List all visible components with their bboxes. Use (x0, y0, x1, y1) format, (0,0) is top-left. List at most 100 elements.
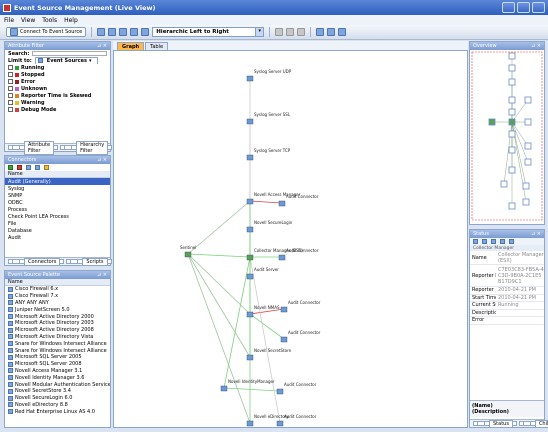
pin-icon[interactable]: ⊿ × (97, 157, 107, 163)
delete-icon[interactable] (17, 165, 22, 170)
palette-item[interactable]: Microsoft SQL Server 2008 (5, 361, 110, 368)
filter-item[interactable]: Error (5, 78, 110, 85)
filter-checkbox[interactable] (8, 72, 13, 77)
palette-item[interactable]: Snare for Windows Intersect Alliance (5, 347, 110, 354)
menu-help[interactable]: Help (64, 17, 78, 24)
sort-az-icon[interactable] (482, 239, 487, 244)
palette-item[interactable]: Novell Access Manager 3.1 (5, 368, 110, 375)
filter-item[interactable]: Stopped (5, 71, 110, 78)
menu-tools[interactable]: Tools (42, 17, 57, 24)
connector-item[interactable]: ODBC (5, 199, 110, 206)
zoom-in-icon[interactable] (97, 28, 106, 36)
palette-item[interactable]: Snare for Windows Intersect Alliance (5, 340, 110, 347)
palette-item[interactable]: Microsoft Active Directory 2008 (5, 327, 110, 334)
expand-icon[interactable] (500, 239, 505, 244)
connect-button[interactable]: Connect To Event Source (6, 27, 87, 37)
redo-icon[interactable] (286, 28, 295, 36)
filter-item[interactable]: Reporter Time is Skewed (5, 92, 110, 99)
print-icon[interactable] (327, 28, 336, 36)
graph-node[interactable]: Novell NMAS (246, 305, 280, 318)
palette-item[interactable]: Cisco Firewall 7.x (5, 293, 110, 300)
tab-status[interactable]: Status (473, 419, 517, 428)
connector-item[interactable]: Audit (5, 234, 110, 241)
graph-node[interactable]: Syslog Server UDP (246, 69, 292, 82)
palette-item[interactable]: Novell Modular Authentication Service (5, 381, 110, 388)
tab-scripts[interactable]: Scripts (66, 257, 112, 266)
pin-icon[interactable]: ⊿ × (97, 43, 107, 49)
filter-item[interactable]: Unknown (5, 85, 110, 92)
tab-hierarchy-filter[interactable]: Hierarchy Filter (60, 140, 113, 155)
status-value[interactable] (496, 317, 544, 325)
filter-checkbox[interactable] (8, 86, 13, 91)
pin-icon[interactable]: ⊿ × (97, 272, 107, 278)
export-icon[interactable] (316, 28, 325, 36)
palette-item[interactable]: Novell SecureLogin 6.0 (5, 395, 110, 402)
palette-item[interactable]: Juniper NetScreen 5.0 (5, 306, 110, 313)
refresh-icon[interactable] (35, 165, 40, 170)
zoom-out-icon[interactable] (108, 28, 117, 36)
layout-select[interactable]: Hierarchic Left to Right ▾ (152, 27, 265, 37)
connector-item[interactable]: File (5, 220, 110, 227)
maximize-button[interactable] (517, 2, 530, 13)
minimize-button[interactable] (502, 2, 515, 13)
palette-item[interactable]: Microsoft SQL Server 2005 (5, 354, 110, 361)
pin-icon[interactable]: ⊿ × (531, 43, 541, 49)
palette-column-header[interactable]: Name (5, 279, 110, 286)
status-value[interactable]: Collector Manager (ESX) (496, 251, 544, 265)
filter-checkbox[interactable] (8, 107, 13, 112)
palette-item[interactable]: Novell eDirectory 8.8 (5, 402, 110, 409)
status-value[interactable]: 2010-04-21 PM (496, 287, 544, 295)
status-value[interactable] (496, 310, 544, 317)
overview-viewport[interactable] (471, 51, 543, 221)
settings-icon[interactable] (338, 28, 347, 36)
add-icon[interactable] (8, 165, 13, 170)
pin-icon[interactable]: ⊿ × (531, 231, 541, 237)
edit-icon[interactable] (26, 165, 31, 170)
graph-node[interactable]: Audit Connector (280, 300, 321, 313)
collapse-icon[interactable] (509, 239, 514, 244)
connectors-column-header[interactable]: Name (5, 171, 110, 178)
filter-item[interactable]: Running (5, 64, 110, 71)
tab-graph[interactable]: Graph (117, 42, 145, 50)
connector-item[interactable]: Check Point LEA Process (5, 213, 110, 220)
tab-attribute-filter[interactable]: Attribute Filter (8, 140, 59, 155)
palette-item[interactable]: Microsoft Active Directory 2000 (5, 313, 110, 320)
menu-file[interactable]: File (4, 17, 14, 24)
search-input[interactable] (32, 51, 107, 56)
palette-item[interactable]: Novell Identity Manager 3.6 (5, 374, 110, 381)
status-value[interactable]: C7E03C83-FB5A-4C3D-9B0A-2C1E5B17D9C1 (496, 265, 544, 287)
fit-page-icon[interactable] (141, 28, 150, 36)
palette-item[interactable]: Novell SecretStore 3.4 (5, 388, 110, 395)
refresh-icon[interactable] (297, 28, 306, 36)
filter-checkbox[interactable] (8, 100, 13, 105)
connector-item[interactable]: Database (5, 227, 110, 234)
graph-node[interactable]: Novell SecretStore (246, 348, 292, 361)
status-value[interactable]: 2010-04-21 PM (496, 295, 544, 302)
tab-table[interactable]: Table (145, 42, 169, 50)
graph-node[interactable]: Novell SecureLogin (246, 220, 293, 233)
graph-node[interactable]: Syslog Server TCP (246, 148, 291, 161)
zoom-fit-icon[interactable] (119, 28, 128, 36)
connector-item[interactable]: Syslog (5, 185, 110, 192)
overview-map[interactable] (470, 50, 544, 224)
close-button[interactable] (532, 2, 545, 13)
graph-node[interactable]: Syslog Server SSL (246, 112, 291, 125)
graph-node[interactable]: Audit Connector (280, 330, 321, 343)
tab-children[interactable]: Children (518, 419, 548, 428)
properties-icon[interactable] (491, 239, 496, 244)
palette-item[interactable]: Microsoft Active Directory Vista (5, 334, 110, 341)
connector-item[interactable]: Audit (Generally) (5, 178, 110, 185)
palette-item[interactable]: ANY ANY ANY (5, 300, 110, 307)
filter-checkbox[interactable] (8, 93, 13, 98)
palette-item[interactable]: Red Hat Enterprise Linux AS 4.0 (5, 408, 110, 415)
graph-node[interactable]: Sentinel (180, 245, 196, 258)
filter-item[interactable]: Warning (5, 99, 110, 106)
connector-item[interactable]: SNMP (5, 192, 110, 199)
status-value[interactable]: Running (496, 302, 544, 310)
zoom-area-icon[interactable] (130, 28, 139, 36)
filter-item[interactable]: Debug Mode (5, 106, 110, 113)
filter-checkbox[interactable] (8, 65, 13, 70)
connector-item[interactable]: Process (5, 206, 110, 213)
menu-view[interactable]: View (21, 17, 35, 24)
graph-canvas[interactable]: Syslog Server UDP Syslog Server SSL Syslog… (113, 50, 468, 428)
